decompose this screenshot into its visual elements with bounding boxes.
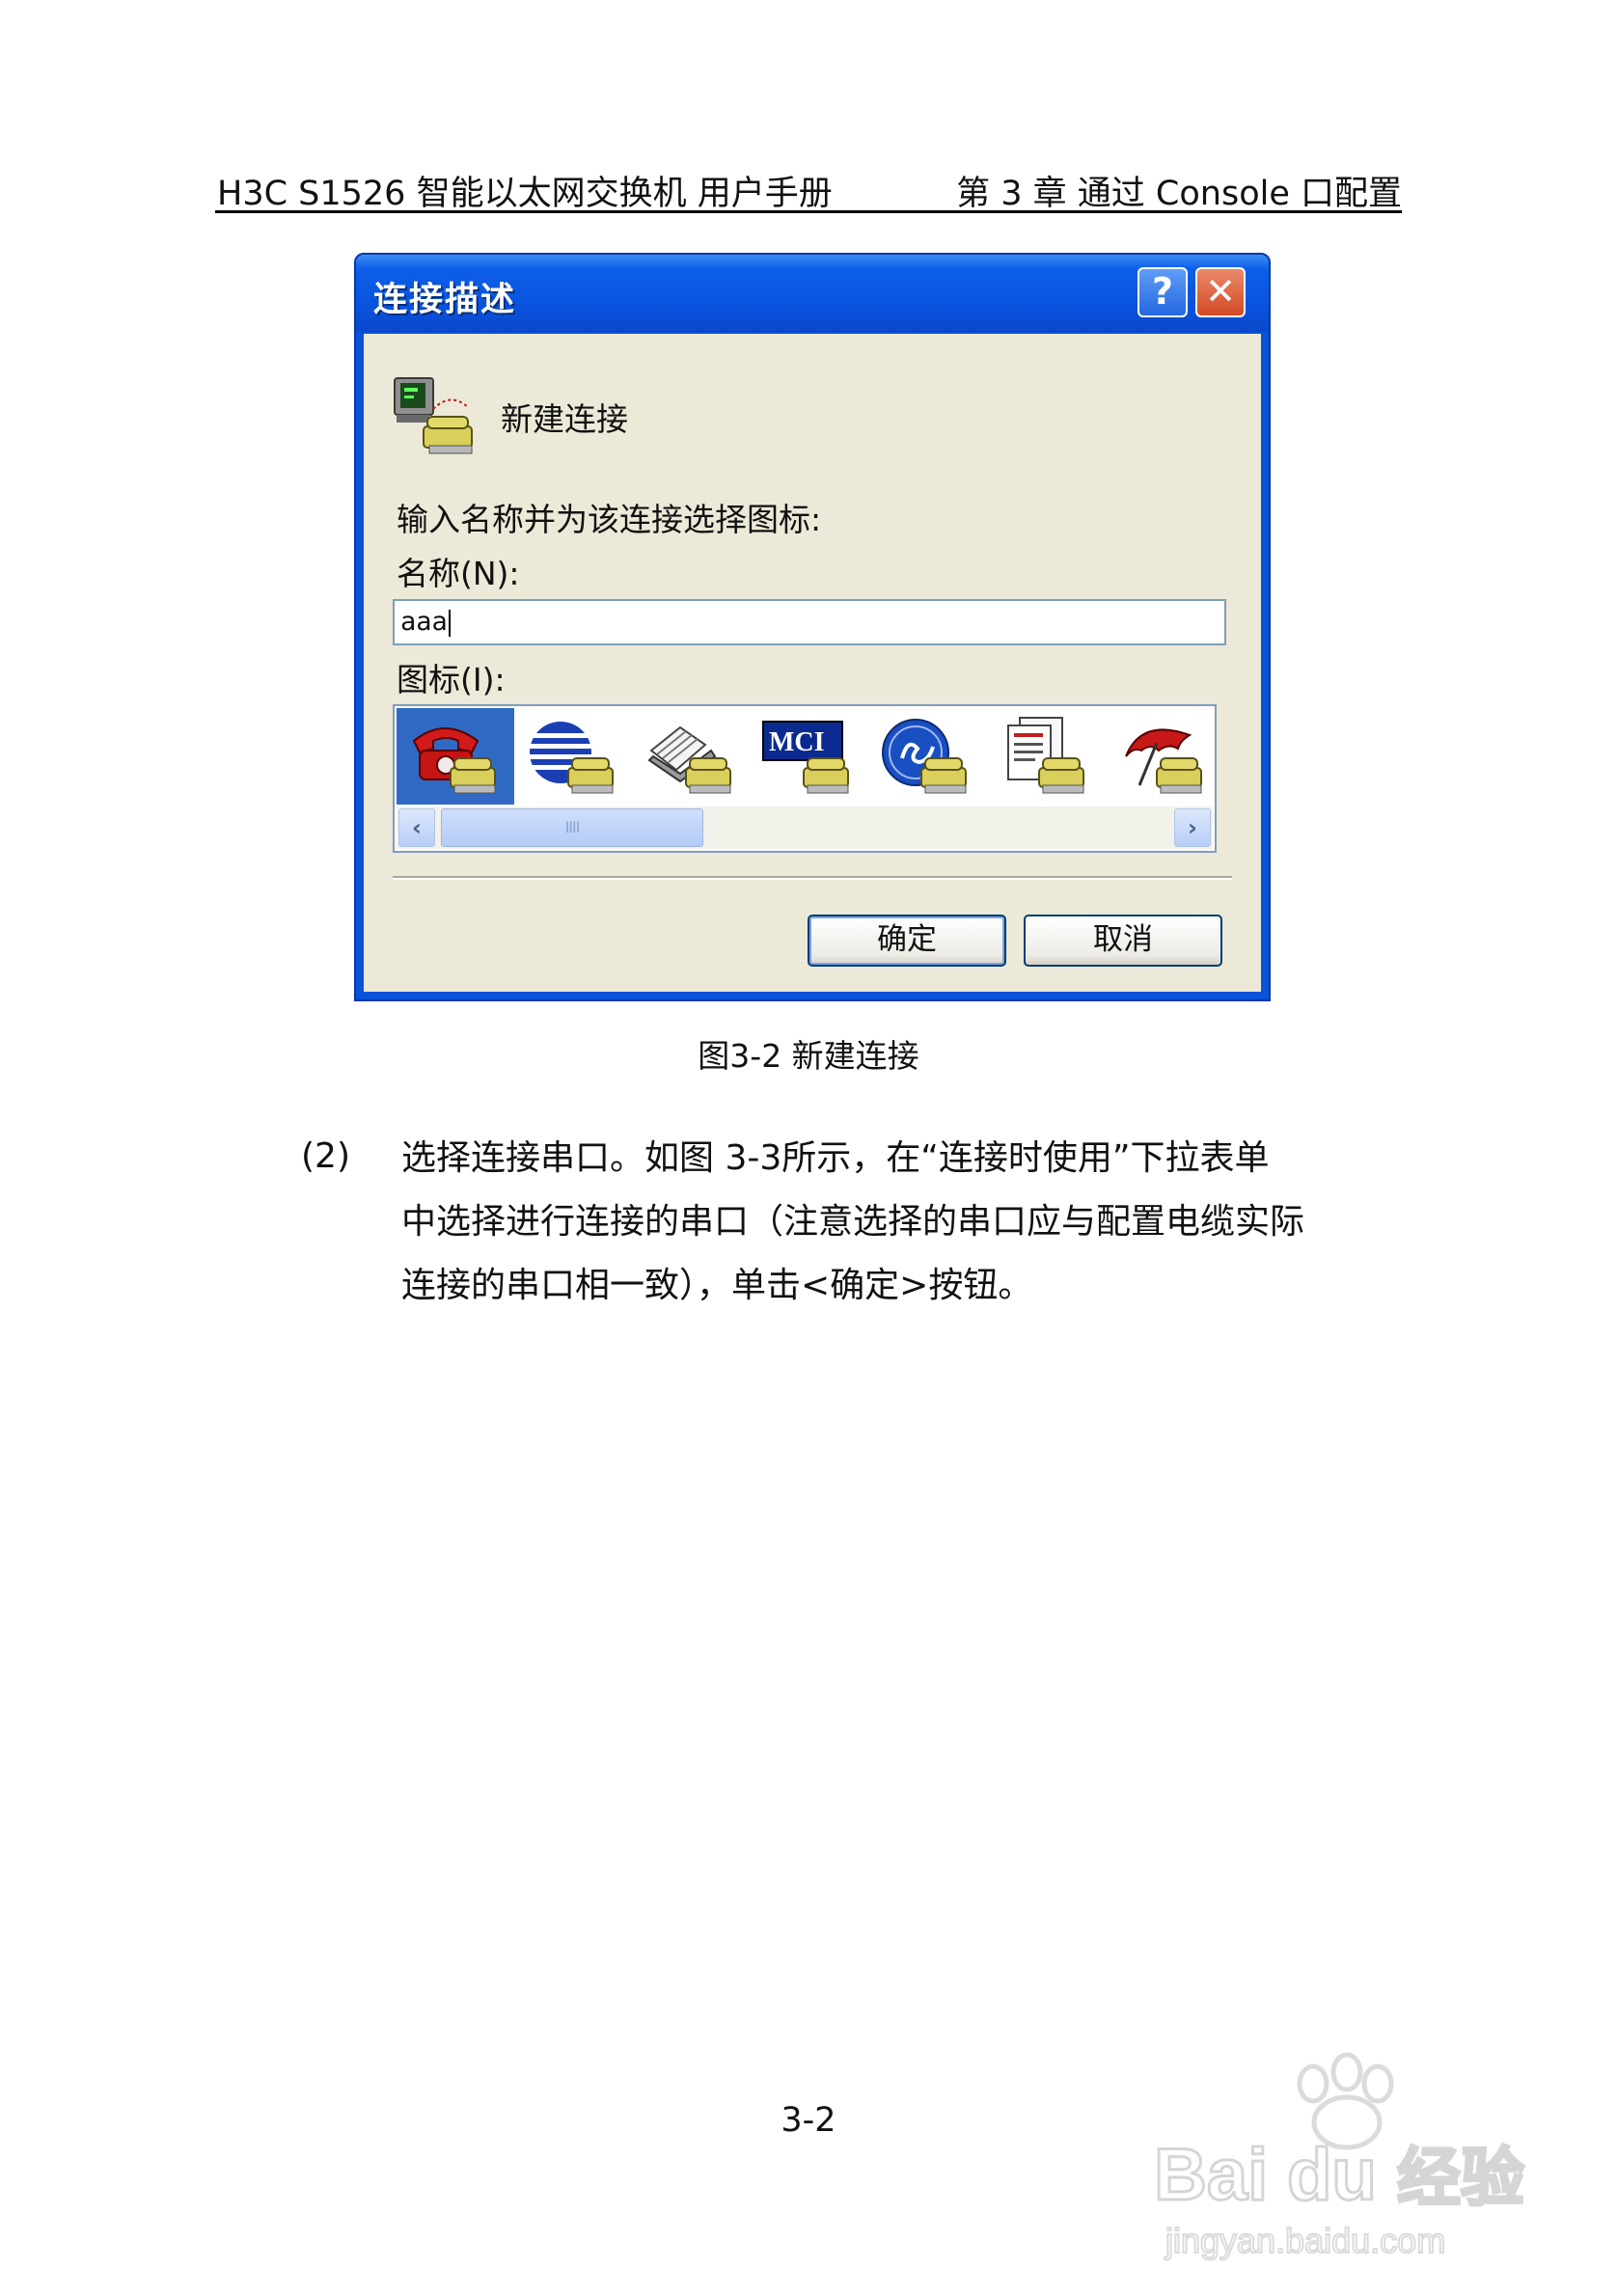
icon-list[interactable]: MCI ‹ IIII › (393, 704, 1217, 853)
icon-option-mci[interactable]: MCI (750, 708, 867, 805)
ok-button[interactable]: 确定 (808, 915, 1006, 967)
dialog-titlebar[interactable]: 连接描述 ? ✕ (356, 255, 1269, 332)
scroll-right-arrow-icon[interactable]: › (1174, 808, 1211, 847)
scroll-left-arrow-icon[interactable]: ‹ (398, 808, 435, 847)
icon-option-umbrella[interactable] (1103, 708, 1215, 805)
svg-text:经验: 经验 (1397, 2141, 1524, 2215)
name-label: 名称(N): (397, 555, 520, 592)
icon-prompt: 输入名称并为该连接选择图标: (397, 501, 822, 538)
cancel-button[interactable]: 取消 (1024, 915, 1222, 967)
name-input[interactable]: aaa (393, 599, 1226, 645)
button-separator (393, 876, 1232, 880)
scroll-thumb[interactable]: IIII (441, 808, 703, 847)
running-header-right: 第 3 章 通过 Console 口配置 (956, 175, 1402, 213)
header-rule (215, 210, 1402, 213)
name-input-value: aaa (400, 607, 448, 637)
icon-option-globe[interactable] (514, 708, 632, 805)
new-connection-icon (394, 377, 473, 454)
dialog-client-area: 新建连接 输入名称并为该连接选择图标: 名称(N): aaa 图标(I): MC… (364, 334, 1261, 992)
step-paragraph: 选择连接串口。如图 3-3所示，在“连接时使用”下拉表单 中选择进行连接的串口（… (401, 1127, 1407, 1318)
dialog-title: 连接描述 (373, 281, 517, 319)
icon-option-ge[interactable] (867, 708, 985, 805)
icon-label: 图标(I): (397, 661, 506, 698)
mci-logo-icon: MCI (762, 721, 849, 794)
step-line: 连接的串口相一致），单击<确定>按钮。 (401, 1266, 1033, 1305)
help-button[interactable]: ? (1137, 267, 1188, 317)
fax-machine-icon (647, 725, 731, 794)
svg-text:du: du (1287, 2134, 1377, 2216)
ge-logo-icon (882, 719, 967, 794)
running-header-left: H3C S1526 智能以太网交换机 用户手册 (217, 175, 833, 213)
figure-caption: 图3-2 新建连接 (698, 1037, 919, 1075)
connection-description-dialog: 连接描述 ? ✕ 新建连接 输入名称并为该连接选择图标: 名称(N): aaa … (354, 253, 1271, 1001)
svg-text:jingyan.baidu.com: jingyan.baidu.com (1165, 2221, 1445, 2260)
red-phone-icon (412, 727, 496, 794)
documents-icon (1007, 717, 1084, 794)
step-number: (2) (301, 1136, 350, 1176)
step-line: 中选择进行连接的串口（注意选择的串口应与配置电缆实际 (401, 1202, 1305, 1242)
step-line: 选择连接串口。如图 3-3所示，在“连接时使用”下拉表单 (401, 1138, 1270, 1178)
icon-option-red-phone[interactable] (397, 708, 514, 805)
text-caret (448, 609, 451, 637)
umbrella-icon (1125, 728, 1202, 794)
svg-text:Bai: Bai (1154, 2134, 1268, 2216)
dialog-heading: 新建连接 (501, 400, 628, 438)
close-button[interactable]: ✕ (1195, 267, 1246, 317)
baidu-jingyan-watermark: Bai du 经验 jingyan.baidu.com (1154, 2052, 1526, 2261)
icon-option-fax[interactable] (632, 708, 750, 805)
icon-option-documents[interactable] (985, 708, 1103, 805)
svg-text:MCI: MCI (769, 727, 825, 757)
icon-list-scrollbar[interactable]: ‹ IIII › (397, 806, 1213, 849)
globe-stripes-icon (530, 722, 614, 794)
